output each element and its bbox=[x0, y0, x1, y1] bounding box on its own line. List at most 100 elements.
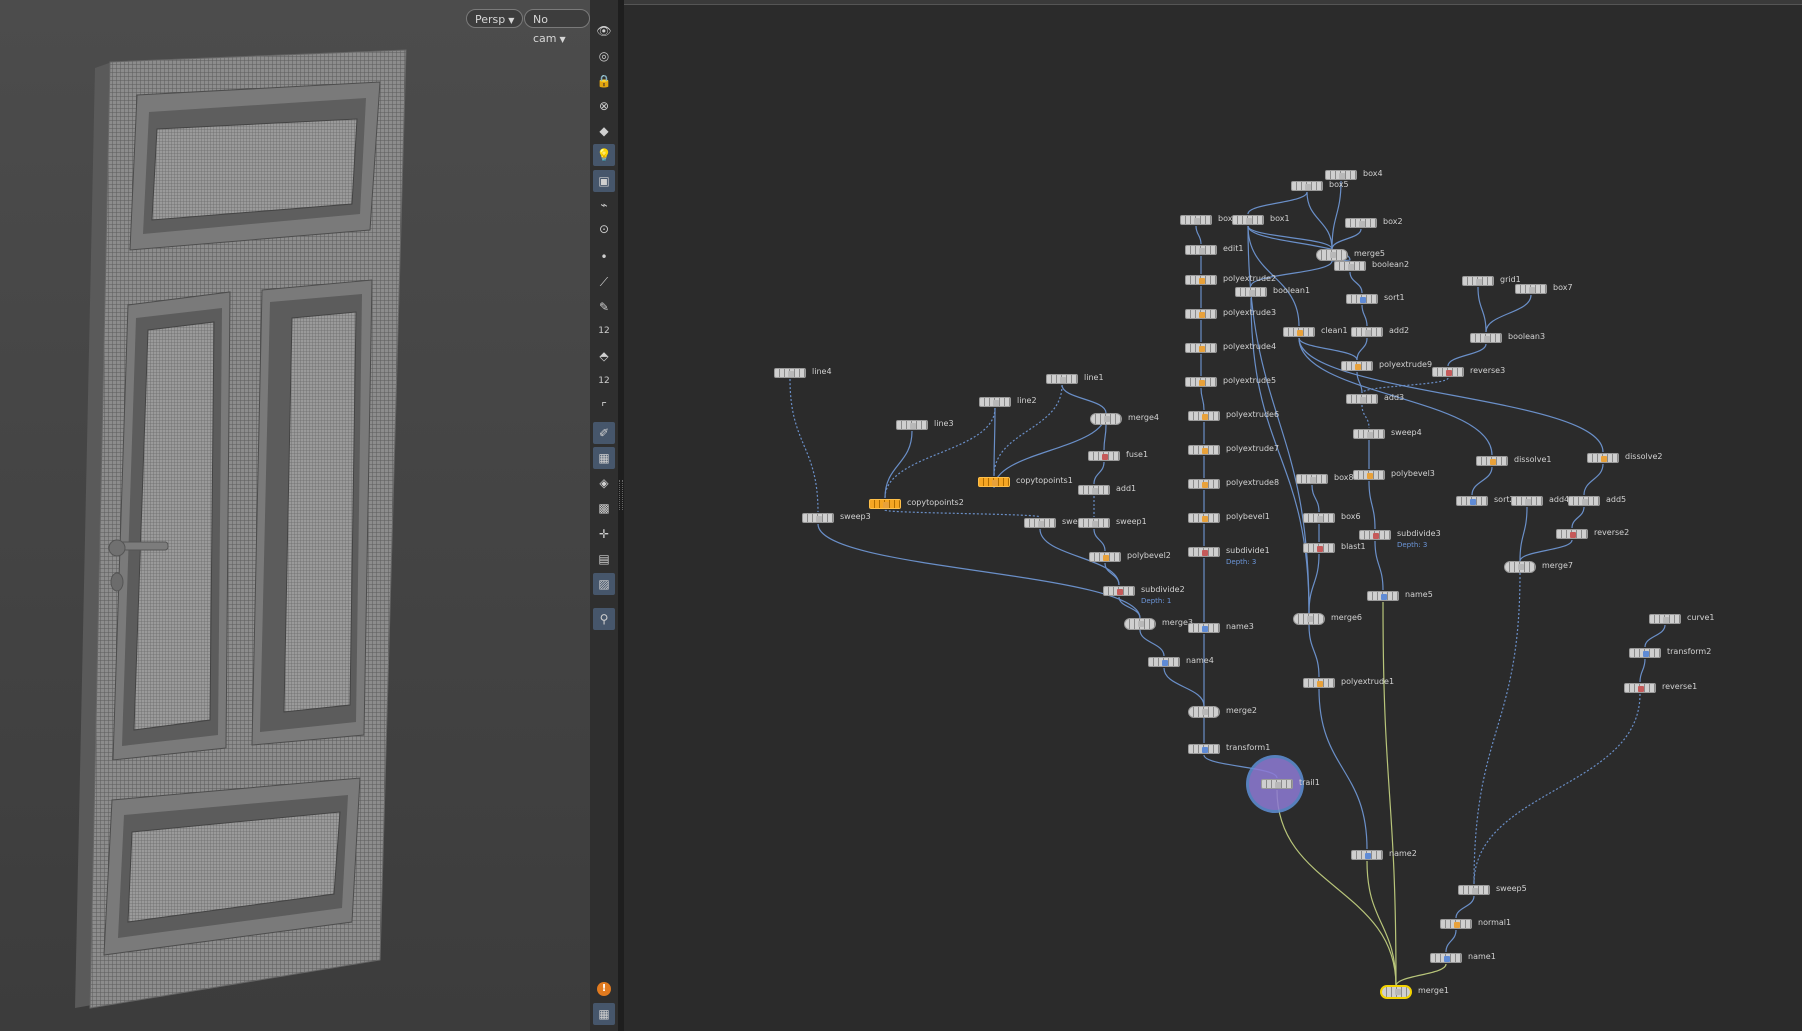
node-body[interactable] bbox=[1353, 429, 1385, 439]
node-body[interactable] bbox=[1188, 479, 1220, 489]
image-button[interactable]: ▩ bbox=[593, 497, 615, 519]
node-label[interactable]: box8 bbox=[1334, 473, 1354, 482]
node-label[interactable]: copytopoints2 bbox=[907, 498, 964, 507]
node-body[interactable] bbox=[802, 513, 834, 523]
node-body[interactable] bbox=[1430, 953, 1462, 963]
node-label[interactable]: add4 bbox=[1549, 495, 1569, 504]
node-label[interactable]: reverse2 bbox=[1594, 528, 1629, 537]
node-label[interactable]: sweep3 bbox=[840, 512, 871, 521]
node-body[interactable] bbox=[1185, 377, 1217, 387]
grid-button[interactable]: ▦ bbox=[593, 1003, 615, 1025]
background-button[interactable]: ▨ bbox=[593, 573, 615, 595]
node-body[interactable] bbox=[1341, 361, 1373, 371]
node-body[interactable] bbox=[1180, 215, 1212, 225]
node-body[interactable] bbox=[1232, 215, 1264, 225]
node-body[interactable] bbox=[1587, 453, 1619, 463]
node-body[interactable] bbox=[1185, 275, 1217, 285]
node-label[interactable]: polybevel2 bbox=[1127, 551, 1171, 560]
node-label[interactable]: curve1 bbox=[1687, 613, 1715, 622]
node-body[interactable] bbox=[1188, 744, 1220, 754]
geometry-button[interactable]: ▣ bbox=[593, 170, 615, 192]
sculpt-button[interactable]: ✐ bbox=[593, 422, 615, 444]
node-body[interactable] bbox=[978, 477, 1010, 487]
node-label[interactable]: edit1 bbox=[1223, 244, 1243, 253]
node-body[interactable] bbox=[1188, 411, 1220, 421]
node-body[interactable] bbox=[1346, 394, 1378, 404]
node-label[interactable]: normal1 bbox=[1478, 918, 1511, 927]
node-body[interactable] bbox=[1089, 552, 1121, 562]
node-body[interactable] bbox=[1515, 284, 1547, 294]
brush-button[interactable]: ⟋ bbox=[593, 271, 615, 293]
node-label[interactable]: trail1 bbox=[1299, 778, 1320, 787]
node-body[interactable] bbox=[1185, 245, 1217, 255]
node-label[interactable]: box7 bbox=[1553, 283, 1573, 292]
node-label[interactable]: polyextrude7 bbox=[1226, 444, 1279, 453]
node-body[interactable] bbox=[1458, 885, 1490, 895]
ghost-button[interactable]: ◎ bbox=[593, 45, 615, 67]
node-label[interactable]: line2 bbox=[1017, 396, 1037, 405]
node-label[interactable]: polyextrude2 bbox=[1223, 274, 1276, 283]
node-label[interactable]: fuse1 bbox=[1126, 450, 1148, 459]
node-body[interactable] bbox=[1440, 919, 1472, 929]
node-body[interactable] bbox=[1124, 618, 1156, 630]
node-label[interactable]: line3 bbox=[934, 419, 954, 428]
node-body[interactable] bbox=[869, 499, 901, 509]
node-body[interactable] bbox=[1462, 276, 1494, 286]
node-body[interactable] bbox=[979, 397, 1011, 407]
node-label[interactable]: sweep1 bbox=[1116, 517, 1147, 526]
node-label[interactable]: polyextrude8 bbox=[1226, 478, 1279, 487]
snap-button[interactable]: ⊗ bbox=[593, 95, 615, 117]
node-label[interactable]: subdivide2 bbox=[1141, 585, 1185, 594]
node-label[interactable]: box1 bbox=[1270, 214, 1290, 223]
node-body[interactable] bbox=[1624, 683, 1656, 693]
node-label[interactable]: merge4 bbox=[1128, 413, 1159, 422]
node-label[interactable]: merge6 bbox=[1331, 613, 1362, 622]
splitter-grip[interactable] bbox=[619, 480, 623, 510]
node-body[interactable] bbox=[1432, 367, 1464, 377]
node-label[interactable]: dissolve2 bbox=[1625, 452, 1663, 461]
point-button[interactable]: • bbox=[593, 246, 615, 268]
node-label[interactable]: dissolve1 bbox=[1514, 455, 1552, 464]
node-label[interactable]: sort1 bbox=[1384, 293, 1405, 302]
node-body[interactable] bbox=[1188, 706, 1220, 718]
node-label[interactable]: add1 bbox=[1116, 484, 1136, 493]
node-body[interactable] bbox=[1359, 530, 1391, 540]
node-label[interactable]: reverse1 bbox=[1662, 682, 1697, 691]
node-label[interactable]: copytopoints1 bbox=[1016, 476, 1073, 485]
node-label[interactable]: box2 bbox=[1383, 217, 1403, 226]
node-label[interactable]: blast1 bbox=[1341, 542, 1366, 551]
corner-button[interactable]: ⌜ bbox=[593, 396, 615, 418]
node-body[interactable] bbox=[1556, 529, 1588, 539]
layer-button[interactable]: ◈ bbox=[593, 472, 615, 494]
node-body[interactable] bbox=[1351, 850, 1383, 860]
node-body[interactable] bbox=[1353, 470, 1385, 480]
node-body[interactable] bbox=[1185, 343, 1217, 353]
node-body[interactable] bbox=[1188, 445, 1220, 455]
node-label[interactable]: polybevel3 bbox=[1391, 469, 1435, 478]
node-body[interactable] bbox=[1235, 287, 1267, 297]
paint-number-button[interactable]: 12 bbox=[593, 370, 615, 392]
light-button[interactable]: 💡 bbox=[593, 144, 615, 166]
node-label[interactable]: merge7 bbox=[1542, 561, 1573, 570]
node-label[interactable]: box4 bbox=[1363, 169, 1383, 178]
node-body[interactable] bbox=[1088, 451, 1120, 461]
node-body[interactable] bbox=[1188, 623, 1220, 633]
node-body[interactable] bbox=[896, 420, 928, 430]
node-label[interactable]: subdivide1 bbox=[1226, 546, 1270, 555]
node-label[interactable]: clean1 bbox=[1321, 326, 1348, 335]
node-label[interactable]: name1 bbox=[1468, 952, 1496, 961]
pin-location-button[interactable]: ⚲ bbox=[593, 608, 615, 630]
node-body[interactable] bbox=[1303, 678, 1335, 688]
node-label[interactable]: name5 bbox=[1405, 590, 1433, 599]
camera-menu[interactable]: No cam ▼ bbox=[524, 9, 590, 45]
node-body[interactable] bbox=[774, 368, 806, 378]
node-body[interactable] bbox=[1188, 547, 1220, 557]
node-label[interactable]: merge5 bbox=[1354, 249, 1385, 258]
axis-button[interactable]: ✛ bbox=[593, 523, 615, 545]
node-label[interactable]: boolean2 bbox=[1372, 260, 1409, 269]
lock-button[interactable]: 🔒 bbox=[593, 70, 615, 92]
node-body[interactable] bbox=[1476, 456, 1508, 466]
node-label[interactable]: box6 bbox=[1341, 512, 1361, 521]
node-label[interactable]: add3 bbox=[1384, 393, 1404, 402]
node-body[interactable] bbox=[1188, 513, 1220, 523]
